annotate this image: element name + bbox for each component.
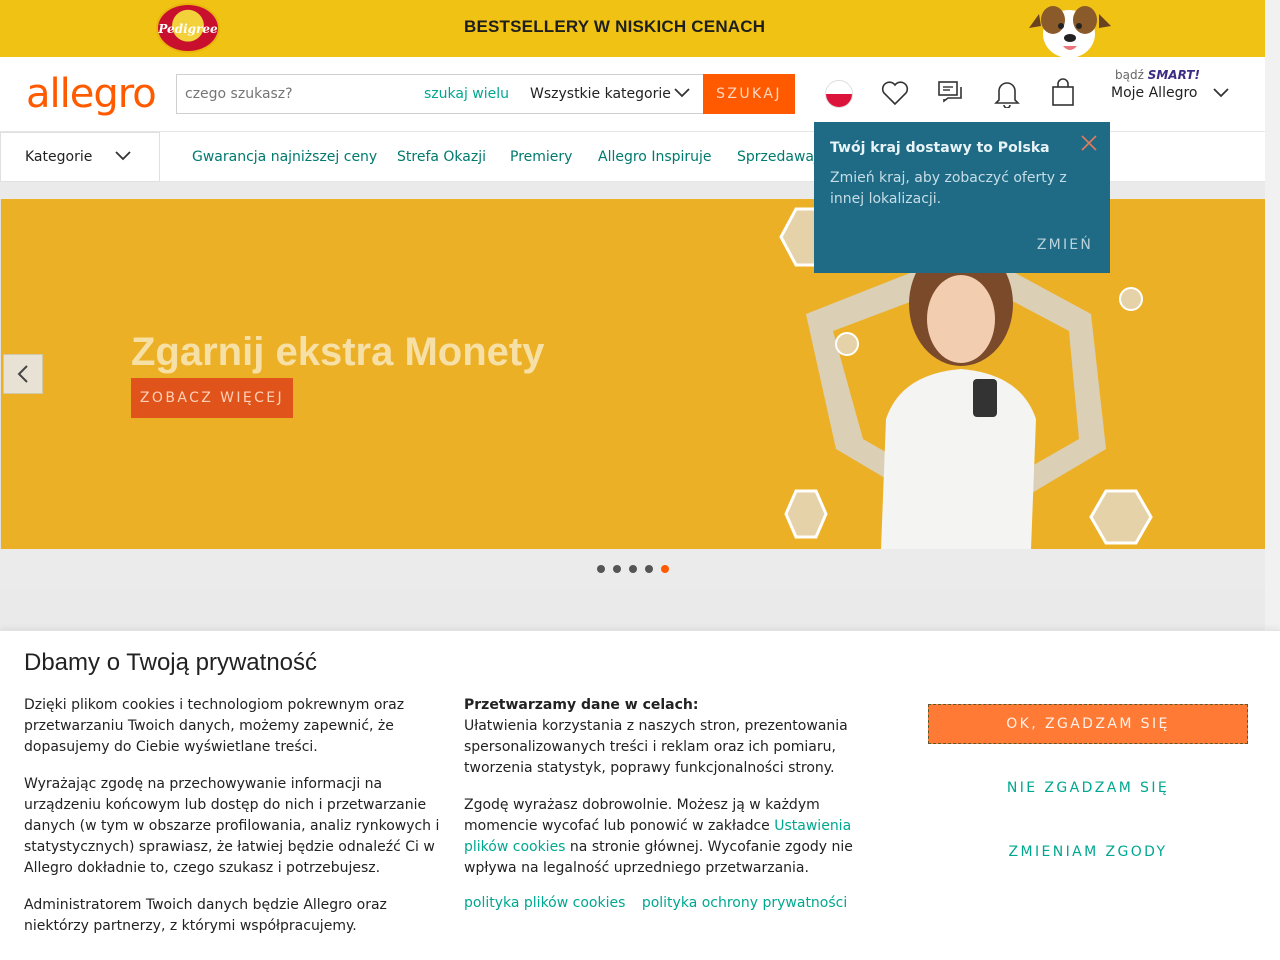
delivery-country-tooltip: Twój kraj dostawy to Polska Zmień kraj, … bbox=[814, 122, 1110, 273]
nav-link-sell[interactable]: Sprzedawaj bbox=[737, 149, 818, 165]
nav-link-price-guarantee[interactable]: Gwarancja najniższej ceny bbox=[192, 149, 377, 165]
search-many-link[interactable]: szukaj wielu bbox=[424, 86, 509, 102]
cookie-purposes-column: Przetwarzamy dane w celach: Ułatwienia ko… bbox=[464, 695, 894, 911]
cookie-policy-link[interactable]: polityka plików cookies bbox=[464, 895, 625, 911]
category-select-label: Wszystkie kategorie bbox=[530, 86, 671, 102]
carousel-dots bbox=[0, 549, 1265, 589]
tooltip-title: Twój kraj dostawy to Polska bbox=[830, 140, 1050, 156]
cookie-consent-panel: Dbamy o Twoją prywatność Dzięki plikom c… bbox=[0, 630, 1280, 960]
search-button[interactable]: SZUKAJ bbox=[703, 74, 795, 114]
chevron-left-icon bbox=[17, 365, 28, 383]
pedigree-logo: Pedigree bbox=[156, 3, 220, 53]
accept-cookies-button[interactable]: OK, ZGADZAM SIĘ bbox=[928, 704, 1248, 744]
cookie-info-column: Dzięki plikom cookies i technologiom pok… bbox=[24, 695, 452, 953]
cookie-paragraph: Wyrażając zgodę na przechowywanie inform… bbox=[24, 776, 440, 876]
category-select[interactable]: Wszystkie kategorie bbox=[518, 74, 704, 114]
tooltip-description: Zmień kraj, aby zobaczyć oferty z innej … bbox=[830, 170, 1067, 207]
cart-bag-icon[interactable] bbox=[1048, 78, 1078, 108]
nav-link-premieres[interactable]: Premiery bbox=[510, 149, 572, 165]
reject-cookies-button[interactable]: NIE ZGADZAM SIĘ bbox=[928, 768, 1248, 808]
cookie-consent-text: Zgodę wyrażasz dobrowolnie. Możesz ją w … bbox=[464, 797, 853, 876]
cookie-title: Dbamy o Twoją prywatność bbox=[24, 649, 318, 676]
hero-title: Zgarnij ekstra Monety bbox=[131, 330, 545, 374]
bell-icon[interactable] bbox=[992, 78, 1022, 108]
promo-text: BESTSELLERY W NISKICH CENACH bbox=[464, 17, 766, 36]
policy-links: polityka plików cookies polityka ochrony… bbox=[464, 895, 894, 911]
flag-poland-icon[interactable] bbox=[825, 80, 853, 108]
search-box: szukaj wielu bbox=[176, 74, 519, 114]
close-icon[interactable] bbox=[1078, 132, 1100, 154]
hero-cta-button[interactable]: ZOBACZ WIĘCEJ bbox=[131, 378, 293, 418]
header: allegro szukaj wielu Wszystkie kategorie… bbox=[0, 57, 1265, 132]
cookie-paragraph: Dzięki plikom cookies i technologiom pok… bbox=[24, 697, 405, 755]
carousel-dot[interactable] bbox=[629, 565, 637, 573]
dog-image bbox=[1029, 6, 1111, 57]
carousel-dot-active[interactable] bbox=[661, 565, 669, 573]
my-allegro[interactable]: Moje Allegro bbox=[1111, 85, 1197, 101]
chevron-down-icon[interactable] bbox=[1212, 87, 1230, 99]
categories-label: Kategorie bbox=[25, 149, 93, 165]
chat-icon[interactable] bbox=[936, 78, 966, 108]
nav-link-deals[interactable]: Strefa Okazji bbox=[397, 149, 486, 165]
heart-icon[interactable] bbox=[880, 78, 910, 108]
search-input[interactable] bbox=[177, 75, 417, 113]
chevron-down-icon bbox=[115, 151, 131, 161]
chevron-down-icon bbox=[674, 88, 690, 98]
change-country-button[interactable]: ZMIEŃ bbox=[1037, 237, 1093, 253]
promo-banner[interactable]: Pedigree BESTSELLERY W NISKICH CENACH bbox=[0, 0, 1265, 57]
smart-badge[interactable]: bądź SMART! bbox=[1115, 68, 1200, 82]
cookie-paragraph: Administratorem Twoich danych będzie All… bbox=[24, 897, 387, 934]
carousel-dot[interactable] bbox=[613, 565, 621, 573]
carousel-dot[interactable] bbox=[645, 565, 653, 573]
nav-link-inspiration[interactable]: Allegro Inspiruje bbox=[598, 149, 712, 165]
categories-dropdown[interactable]: Kategorie bbox=[0, 132, 160, 182]
allegro-logo[interactable]: allegro bbox=[26, 71, 157, 117]
privacy-policy-link[interactable]: polityka ochrony prywatności bbox=[642, 895, 847, 911]
cookie-purposes-heading: Przetwarzamy dane w celach: bbox=[464, 697, 699, 713]
carousel-prev-button[interactable] bbox=[3, 354, 43, 394]
carousel-dot[interactable] bbox=[597, 565, 605, 573]
cookie-purposes-text: Ułatwienia korzystania z naszych stron, … bbox=[464, 718, 848, 776]
cookie-purposes: Przetwarzamy dane w celach: Ułatwienia ko… bbox=[464, 695, 894, 779]
change-consents-button[interactable]: ZMIENIAM ZGODY bbox=[928, 832, 1248, 872]
